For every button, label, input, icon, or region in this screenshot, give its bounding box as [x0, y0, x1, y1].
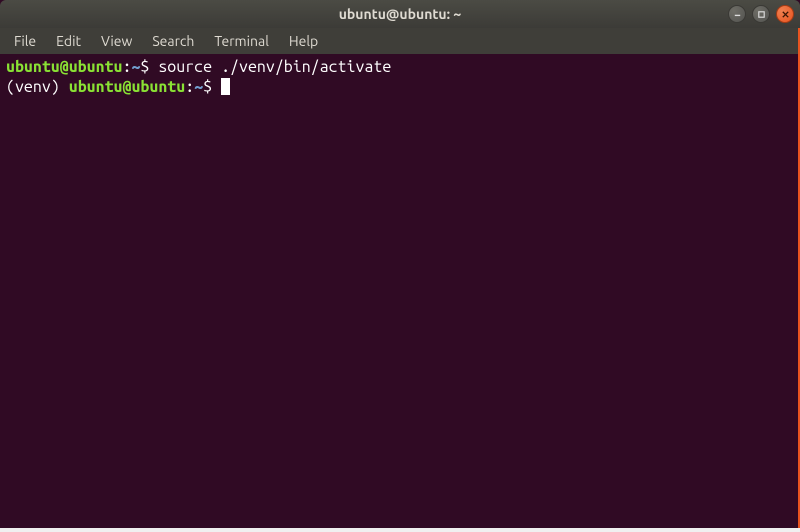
- menu-edit[interactable]: Edit: [48, 31, 89, 51]
- terminal-line: (venv) ubuntu@ubuntu:~$: [6, 77, 794, 97]
- prompt-user-host: ubuntu@ubuntu: [6, 58, 122, 76]
- menu-terminal[interactable]: Terminal: [206, 31, 277, 51]
- prompt-dollar: $: [203, 78, 221, 96]
- venv-prefix: (venv): [6, 78, 69, 96]
- close-button[interactable]: [776, 5, 794, 23]
- window-title: ubuntu@ubuntu: ~: [339, 6, 462, 22]
- menu-file[interactable]: File: [6, 31, 44, 51]
- command-text: source ./venv/bin/activate: [158, 58, 391, 76]
- menu-search[interactable]: Search: [144, 31, 202, 51]
- maximize-button[interactable]: [752, 5, 770, 23]
- prompt-path: ~: [194, 78, 203, 96]
- minimize-button[interactable]: [728, 5, 746, 23]
- prompt-user-host: ubuntu@ubuntu: [69, 78, 185, 96]
- menubar: File Edit View Search Terminal Help: [0, 28, 800, 54]
- titlebar[interactable]: ubuntu@ubuntu: ~: [0, 0, 800, 28]
- close-icon: [781, 10, 790, 19]
- terminal-window: ubuntu@ubuntu: ~ File Edit View Search T…: [0, 0, 800, 528]
- cursor-block: [221, 78, 230, 95]
- terminal-body[interactable]: ubuntu@ubuntu:~$ source ./venv/bin/activ…: [0, 54, 800, 528]
- window-controls: [728, 5, 794, 23]
- prompt-colon: :: [185, 78, 194, 96]
- prompt-dollar: $: [140, 58, 158, 76]
- maximize-icon: [757, 10, 766, 19]
- menu-view[interactable]: View: [93, 31, 140, 51]
- minimize-icon: [733, 10, 742, 19]
- menu-help[interactable]: Help: [281, 31, 326, 51]
- terminal-line: ubuntu@ubuntu:~$ source ./venv/bin/activ…: [6, 57, 794, 77]
